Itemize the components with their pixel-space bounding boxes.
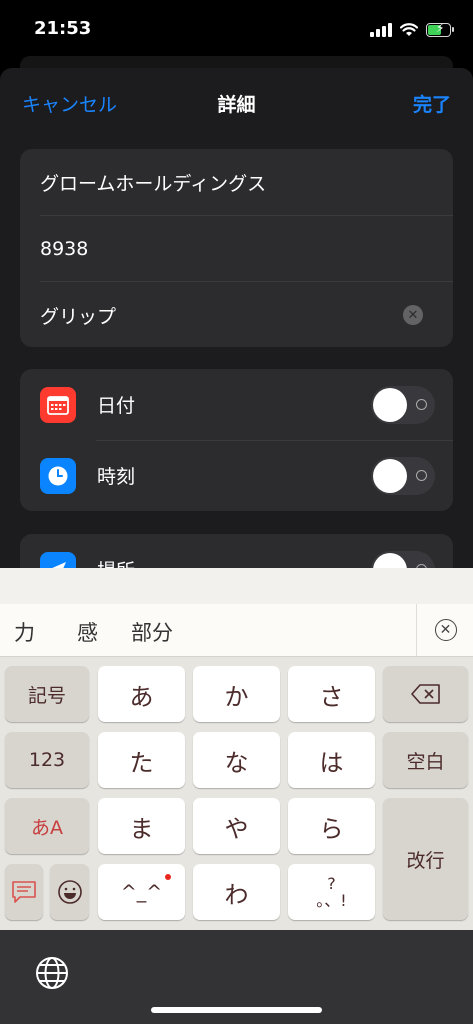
key-ka[interactable]: か [193, 666, 280, 722]
wifi-icon [400, 23, 418, 36]
memo-field-value: グリップ [40, 305, 117, 328]
notification-dot [165, 874, 171, 880]
date-label: 日付 [97, 395, 136, 417]
date-time-group: 日付 時刻 [20, 369, 453, 511]
candidate-1[interactable]: 力 [14, 617, 35, 647]
status-icons: ⚡ [370, 20, 454, 40]
battery-charging-icon: ⚡ [426, 21, 454, 37]
candidate-3[interactable]: 部分 [131, 617, 173, 647]
status-time: 21:53 [34, 18, 92, 39]
punctuation-key[interactable]: ? 。、! [288, 864, 375, 920]
home-indicator[interactable] [151, 1007, 322, 1013]
nav-bar: キャンセル 詳細 完了 [0, 68, 473, 140]
detail-sheet: キャンセル 詳細 完了 グロームホールディングス 8938 グリップ ✕ 日付 [0, 68, 473, 676]
globe-icon[interactable] [35, 956, 69, 990]
candidate-bar: 力 感 部分 ✕ [0, 604, 473, 657]
enter-key[interactable]: 改行 [383, 798, 468, 920]
cellular-signal-icon [370, 23, 392, 37]
symbols-key[interactable]: 記号 [5, 666, 89, 722]
key-wa[interactable]: わ [193, 864, 280, 920]
key-ma[interactable]: ま [98, 798, 185, 854]
kaomoji-key-label: ^_^ [120, 881, 163, 903]
page-title: 詳細 [217, 94, 256, 116]
key-sa[interactable]: さ [288, 666, 375, 722]
candidate-close-button[interactable]: ✕ [416, 604, 473, 656]
close-icon: ✕ [434, 619, 457, 641]
key-ha[interactable]: は [288, 732, 375, 788]
candidate-2[interactable]: 感 [77, 617, 98, 647]
clock-icon [40, 457, 76, 494]
key-na[interactable]: な [193, 732, 280, 788]
keyboard-top-bar [0, 568, 473, 605]
done-button[interactable]: 完了 [413, 90, 451, 117]
clear-text-button[interactable]: ✕ [403, 305, 423, 325]
key-ra[interactable]: ら [288, 798, 375, 854]
key-ta[interactable]: た [98, 732, 185, 788]
numbers-key[interactable]: 123 [5, 732, 89, 788]
date-row: 日付 [20, 369, 453, 440]
key-ya[interactable]: や [193, 798, 280, 854]
message-key[interactable] [5, 864, 43, 920]
mode-key[interactable]: あA [5, 798, 89, 854]
calendar-icon [40, 386, 76, 423]
text-fields-group: グロームホールディングス 8938 グリップ ✕ [20, 149, 453, 347]
smiley-icon [57, 880, 82, 904]
time-toggle[interactable] [371, 456, 435, 495]
kaomoji-key[interactable]: ^_^ [98, 864, 185, 920]
status-bar: 21:53 ⚡ [0, 0, 473, 58]
time-label: 時刻 [97, 466, 136, 488]
memo-field[interactable]: グリップ ✕ [40, 281, 453, 348]
code-field[interactable]: 8938 [40, 215, 453, 282]
chat-bubble-icon [12, 881, 36, 903]
date-toggle[interactable] [371, 385, 435, 424]
key-a[interactable]: あ [98, 666, 185, 722]
space-key[interactable]: 空白 [383, 732, 468, 788]
name-field[interactable]: グロームホールディングス [40, 149, 453, 215]
backspace-icon [410, 684, 440, 704]
backspace-key[interactable] [383, 666, 468, 722]
time-row: 時刻 [20, 440, 453, 511]
emoji-key[interactable] [50, 864, 89, 920]
